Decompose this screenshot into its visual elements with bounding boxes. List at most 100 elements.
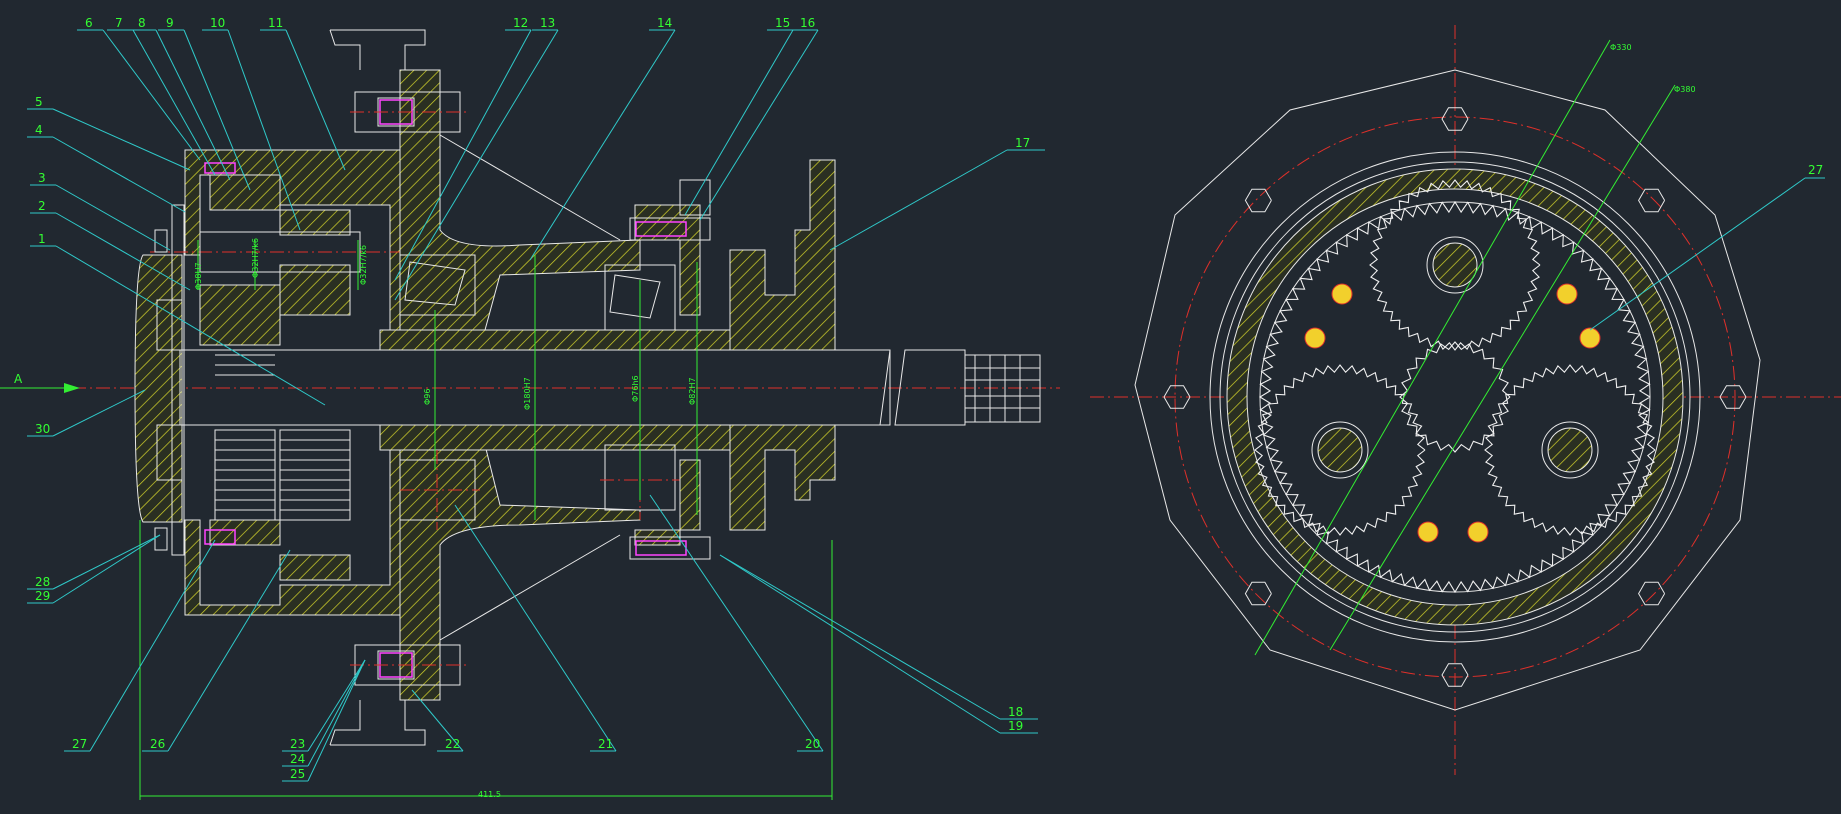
bearing-cap-lower: [634, 459, 701, 546]
bolt-hole-8: [1244, 188, 1272, 213]
end-cover: [134, 254, 183, 523]
part-label-15: 15: [775, 16, 790, 30]
leader-line-16: [699, 29, 819, 221]
mount-plate-upper: [729, 159, 836, 351]
rib-line-upper: [439, 134, 621, 241]
dim-h1: Φ38H7: [194, 262, 203, 290]
leader-line-17: [829, 149, 1008, 251]
part-leader-15: 15: [684, 16, 794, 216]
part-leader-4: 4: [27, 123, 186, 213]
ring-pin-6: [1467, 521, 1489, 543]
part-label-17: 17: [1015, 136, 1030, 150]
section-marker-label: A: [14, 372, 23, 386]
leader-line-11: [285, 29, 346, 171]
part-leader-21: 21: [454, 504, 617, 752]
leader-line-7: [132, 29, 216, 176]
part-leader-5: 5: [27, 95, 191, 171]
carrier-upper-block: [209, 174, 281, 211]
part-leader-30: 30: [27, 389, 146, 437]
dim-h2: Φ32H7/k6: [251, 238, 260, 278]
part-label-21: 21: [598, 737, 613, 751]
leader-line-18: [719, 554, 1001, 720]
part-label-23: 23: [290, 737, 305, 751]
section-view: A Φ38H7 Φ32H7/k6 Φ32H7/k6 Φ96 Φ180H7 Φ76…: [0, 29, 1060, 800]
part-label-9: 9: [166, 16, 174, 30]
leader-line-24: [307, 659, 366, 767]
part-leader-6: 6: [77, 16, 201, 161]
leader-line-6: [102, 29, 201, 161]
part-label-14: 14: [657, 16, 672, 30]
part-label-1: 1: [38, 232, 46, 246]
part-label-29: 29: [35, 589, 50, 603]
part-leader-19: 19: [719, 554, 1038, 734]
part-label-13: 13: [540, 16, 555, 30]
leader-line-19: [719, 554, 1001, 734]
output-housing-lower: [399, 444, 641, 701]
part-label-12: 12: [513, 16, 528, 30]
ring-pin-2: [1304, 327, 1326, 349]
part-label-19: 19: [1008, 719, 1023, 733]
leader-line-21: [454, 504, 617, 752]
frame-bracket-top: [329, 29, 426, 70]
bolt-hole-2: [1638, 188, 1666, 213]
dim-v4: Φ82H7: [688, 377, 697, 405]
part-label-3: 3: [38, 171, 46, 185]
ring-pin-4: [1579, 327, 1601, 349]
part-leader-11: 11: [260, 16, 346, 171]
planet-gear-top-hub: [1432, 242, 1478, 288]
leader-line-23: [307, 659, 366, 752]
output-housing-upper: [399, 69, 641, 331]
part-label-18: 18: [1008, 705, 1023, 719]
cad-drawing: A Φ38H7 Φ32H7/k6 Φ32H7/k6 Φ96 Φ180H7 Φ76…: [0, 16, 1841, 800]
part-leader-18: 18: [719, 554, 1038, 720]
leader-line-20: [649, 494, 824, 752]
flange-bolt-bottom: [350, 644, 470, 686]
cap-bolt-lower: [629, 536, 711, 560]
dim-overall-length: 411.5: [478, 790, 501, 799]
part-label-4: 4: [35, 123, 43, 137]
dim-h3: Φ32H7/k6: [359, 245, 368, 285]
ring-pin-3: [1556, 283, 1578, 305]
part-label-10: 10: [210, 16, 225, 30]
leader-line-25: [307, 659, 366, 782]
planet-gear-right-hub: [1547, 427, 1593, 473]
leader-line-29: [52, 534, 161, 604]
section-arrow-head: [64, 383, 80, 393]
planet-gear-left-hub: [1317, 427, 1363, 473]
part-label-24: 24: [290, 752, 305, 766]
leader-line-28: [52, 534, 161, 590]
leader-line-30: [52, 389, 146, 437]
rib-line-lower: [439, 534, 621, 641]
carrier-lower-block: [209, 519, 281, 546]
end-view: Φ330 Φ380 27: [1090, 25, 1841, 775]
part-label-22: 22: [445, 737, 460, 751]
part-label-8: 8: [138, 16, 146, 30]
flange-bolt-top: [350, 91, 470, 133]
leader-line-5: [52, 108, 191, 171]
ring-pin-5: [1417, 521, 1439, 543]
part-label-6: 6: [85, 16, 93, 30]
part-label-26: 26: [150, 737, 165, 751]
part-leader-16: 16: [699, 16, 819, 221]
leader-line-27: [89, 539, 216, 752]
part-label-5: 5: [35, 95, 43, 109]
dim-v1: Φ96: [423, 389, 432, 405]
part-label-28: 28: [35, 575, 50, 589]
part-label-2: 2: [38, 199, 46, 213]
part-label-11: 11: [268, 16, 283, 30]
ring-pin-1: [1331, 283, 1353, 305]
part-label-25: 25: [290, 767, 305, 781]
part-leader-17: 17: [829, 136, 1045, 251]
planet-gear-upper: [279, 209, 351, 236]
part-leader-20: 20: [649, 494, 824, 752]
leader-line-4: [52, 136, 186, 213]
planet-gear-lower: [279, 554, 351, 581]
bolt-hole-4: [1638, 581, 1666, 606]
part-leader-2: 2: [30, 199, 191, 291]
part-label-right-27: 27: [1808, 163, 1823, 177]
leader-line-3: [55, 184, 171, 251]
cad-drawing-canvas: A Φ38H7 Φ32H7/k6 Φ32H7/k6 Φ96 Φ180H7 Φ76…: [0, 0, 1841, 814]
dim-d1: Φ330: [1610, 43, 1632, 52]
part-label-20: 20: [805, 737, 820, 751]
part-label-7: 7: [115, 16, 123, 30]
